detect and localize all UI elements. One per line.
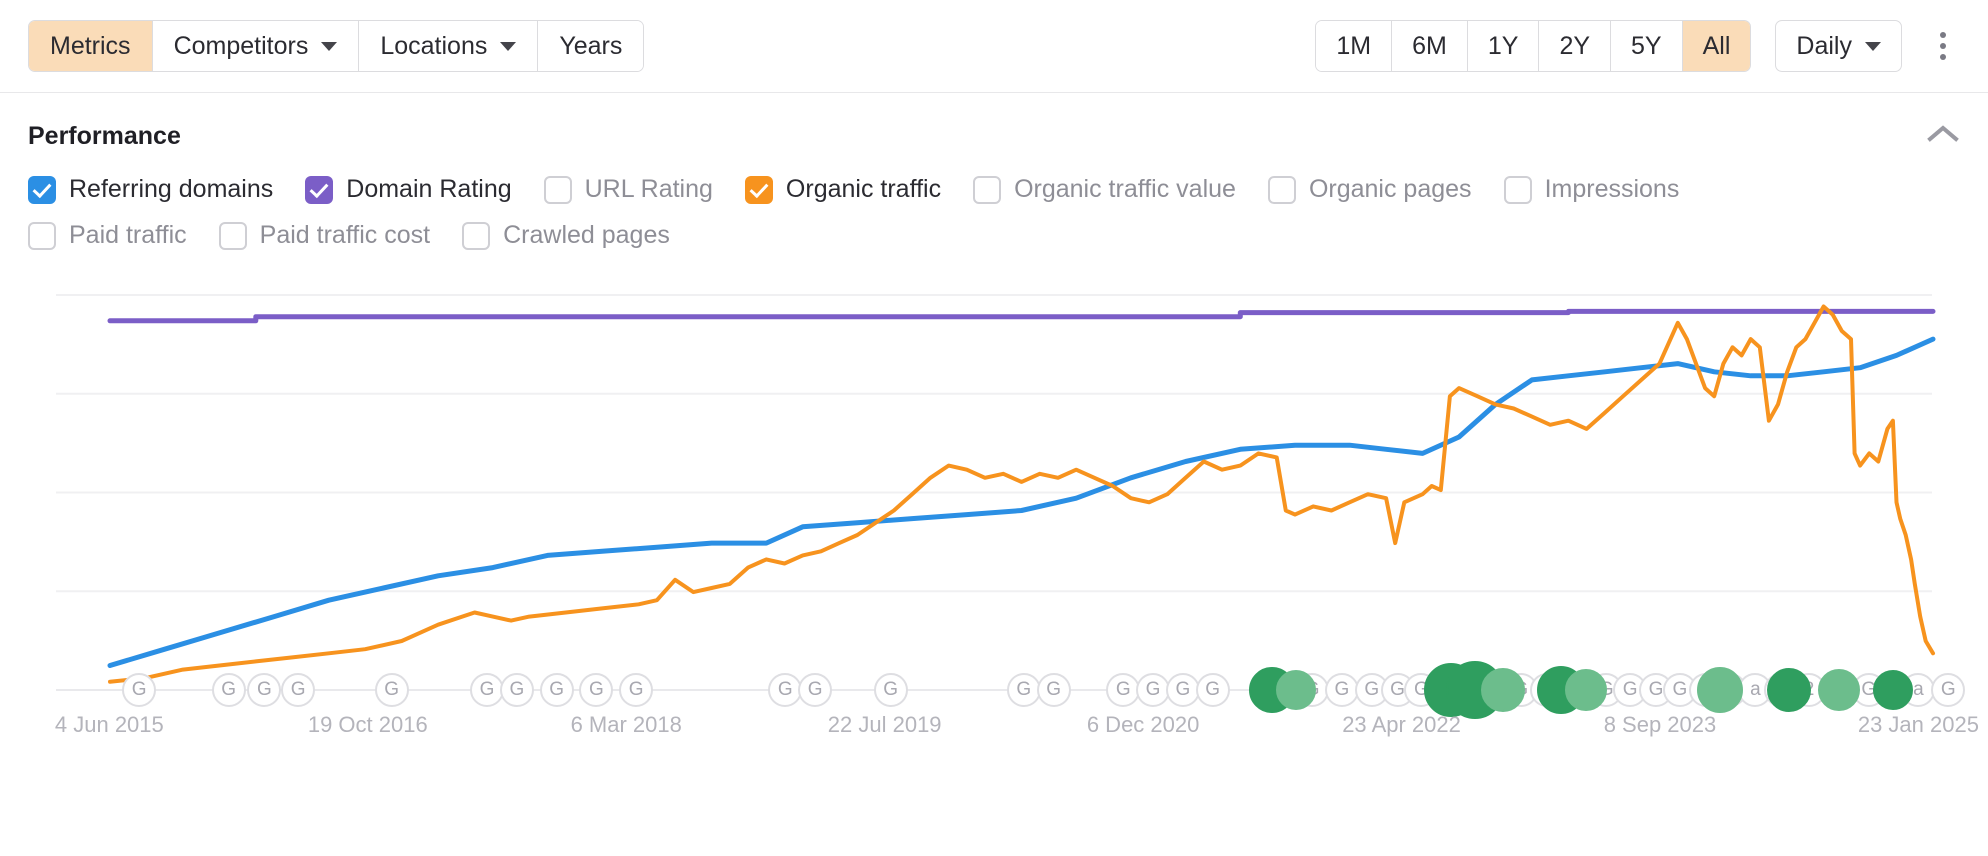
x-axis-tick-label: 22 Jul 2019 bbox=[827, 712, 942, 737]
tab-metrics[interactable]: Metrics bbox=[29, 21, 153, 71]
chevron-down-icon bbox=[1865, 41, 1881, 51]
metric-label: Paid traffic bbox=[69, 221, 187, 249]
range-button-all[interactable]: All bbox=[1682, 21, 1751, 71]
tab-label: Metrics bbox=[50, 31, 131, 60]
tab-locations[interactable]: Locations bbox=[359, 21, 539, 71]
x-axis-tick-label: 23 Apr 2022 bbox=[1342, 712, 1461, 737]
algorithm-update-marker[interactable] bbox=[1767, 668, 1812, 712]
algorithm-update-marker[interactable]: G bbox=[374, 673, 409, 707]
x-axis-tick-label: 8 Sep 2023 bbox=[1603, 712, 1717, 737]
metric-label: Referring domains bbox=[69, 175, 274, 203]
tab-label: Years bbox=[559, 31, 623, 60]
checkbox-paid-traffic[interactable] bbox=[28, 221, 56, 250]
performance-chart: GGGGGGGGGGGGGGGGGGGGGGGGGGaGGGGGGGGGaG2G… bbox=[0, 272, 1988, 742]
algorithm-update-marker[interactable] bbox=[1565, 669, 1608, 711]
metric-row-2: Paid traffic Paid traffic cost Crawled pag… bbox=[28, 221, 1960, 250]
algorithm-update-marker[interactable]: G bbox=[619, 673, 654, 707]
algorithm-update-marker[interactable]: G bbox=[1195, 673, 1230, 707]
range-button-2y[interactable]: 2Y bbox=[1539, 21, 1612, 71]
algorithm-update-marker[interactable]: G bbox=[211, 673, 246, 707]
x-axis-labels: 4 Jun 2015 19 Oct 2016 6 Mar 2018 22 Jul 20… bbox=[0, 712, 1988, 746]
x-axis-tick-label: 6 Dec 2020 bbox=[1086, 712, 1200, 737]
checkbox-url-rating[interactable] bbox=[543, 175, 572, 204]
checkbox-impressions[interactable] bbox=[1503, 175, 1532, 204]
checkbox-organic-traffic-value[interactable] bbox=[973, 175, 1002, 204]
metric-label: Paid traffic cost bbox=[259, 221, 431, 249]
kebab-dot bbox=[1940, 32, 1946, 38]
chevron-up-icon[interactable] bbox=[1926, 123, 1960, 145]
metric-toggle-list: Referring domains Domain Rating URL Rating… bbox=[0, 151, 1988, 250]
tab-label: Locations bbox=[380, 31, 488, 60]
metric-toggle-organic-traffic[interactable]: Organic traffic bbox=[744, 175, 942, 204]
granularity-dropdown[interactable]: Daily bbox=[1775, 20, 1902, 72]
metric-toggle-impressions[interactable]: Impressions bbox=[1503, 175, 1680, 204]
view-tab-group: Metrics Competitors Locations Years bbox=[28, 20, 645, 72]
kebab-dot bbox=[1940, 54, 1946, 60]
metric-toggle-domain-rating[interactable]: Domain Rating bbox=[305, 175, 512, 204]
top-toolbar: Metrics Competitors Locations Years 1M 6M 1Y 2… bbox=[0, 0, 1988, 93]
range-button-1m[interactable]: 1M bbox=[1316, 21, 1393, 71]
algorithm-update-marker[interactable]: G bbox=[247, 673, 282, 707]
x-axis-tick-label: 23 Jan 2025 bbox=[1857, 712, 1979, 737]
algorithm-update-marker[interactable]: G bbox=[1036, 673, 1071, 707]
algorithm-update-marker[interactable]: G bbox=[539, 673, 574, 707]
algorithm-update-marker[interactable]: G bbox=[1931, 673, 1966, 707]
metric-label: Organic pages bbox=[1308, 175, 1472, 203]
algorithm-update-marker[interactable]: G bbox=[579, 673, 614, 707]
algorithm-update-marker[interactable]: G bbox=[499, 673, 534, 707]
checkbox-referring-domains[interactable] bbox=[28, 175, 56, 204]
chart-plot-area bbox=[56, 294, 1960, 691]
metric-label: Organic traffic value bbox=[1014, 175, 1236, 203]
checkbox-organic-pages[interactable] bbox=[1267, 175, 1296, 204]
checkbox-domain-rating[interactable] bbox=[305, 175, 334, 204]
metric-label: Crawled pages bbox=[503, 221, 670, 249]
metric-toggle-organic-pages[interactable]: Organic pages bbox=[1267, 175, 1472, 204]
metric-label: Domain Rating bbox=[346, 175, 512, 203]
kebab-dot bbox=[1940, 43, 1946, 49]
time-range-group: 1M 6M 1Y 2Y 5Y All bbox=[1315, 20, 1752, 72]
range-button-5y[interactable]: 5Y bbox=[1611, 21, 1683, 71]
metric-toggle-referring-domains[interactable]: Referring domains bbox=[28, 175, 273, 204]
tab-label: Competitors bbox=[173, 31, 309, 60]
algorithm-update-marker[interactable] bbox=[1817, 669, 1860, 711]
metric-toggle-paid-traffic[interactable]: Paid traffic bbox=[28, 221, 187, 250]
page-title: Performance bbox=[28, 122, 181, 150]
tab-years[interactable]: Years bbox=[538, 21, 644, 71]
range-button-6m[interactable]: 6M bbox=[1392, 21, 1468, 71]
more-options-button[interactable] bbox=[1926, 26, 1960, 66]
series-line-organic-traffic bbox=[110, 307, 1933, 682]
series-line-domain-rating bbox=[110, 311, 1933, 320]
metric-toggle-organic-traffic-value[interactable]: Organic traffic value bbox=[973, 175, 1236, 204]
algorithm-update-marker[interactable]: G bbox=[122, 673, 157, 707]
checkbox-organic-traffic[interactable] bbox=[744, 175, 773, 204]
series-line-referring-domains bbox=[110, 339, 1933, 665]
x-axis-tick-label: 19 Oct 2016 bbox=[307, 712, 428, 737]
granularity-label: Daily bbox=[1796, 31, 1852, 60]
metric-toggle-url-rating[interactable]: URL Rating bbox=[543, 175, 713, 204]
checkbox-crawled-pages[interactable] bbox=[462, 221, 491, 250]
chevron-down-icon bbox=[321, 41, 338, 51]
algorithm-update-marker[interactable] bbox=[1276, 670, 1317, 710]
toolbar-right-controls: 1M 6M 1Y 2Y 5Y All Daily bbox=[1315, 20, 1960, 72]
algorithm-update-marker[interactable] bbox=[1696, 667, 1743, 713]
algorithm-update-marker[interactable] bbox=[1480, 668, 1525, 712]
algorithm-update-marker[interactable]: G bbox=[798, 673, 833, 707]
range-button-1y[interactable]: 1Y bbox=[1467, 21, 1540, 71]
metric-toggle-crawled-pages[interactable]: Crawled pages bbox=[462, 221, 670, 250]
algorithm-update-marker[interactable]: G bbox=[873, 673, 908, 707]
metric-label: Impressions bbox=[1544, 175, 1680, 203]
tab-competitors[interactable]: Competitors bbox=[152, 21, 360, 71]
metric-label: URL Rating bbox=[584, 175, 713, 203]
chevron-down-icon bbox=[500, 41, 517, 51]
x-axis-tick-label: 4 Jun 2015 bbox=[54, 712, 164, 737]
algorithm-update-marker[interactable]: G bbox=[281, 673, 316, 707]
metric-row-1: Referring domains Domain Rating URL Rating… bbox=[28, 175, 1960, 204]
metric-label: Organic traffic bbox=[785, 175, 942, 203]
performance-section-header: Performance bbox=[0, 93, 1988, 151]
metric-toggle-paid-traffic-cost[interactable]: Paid traffic cost bbox=[218, 221, 431, 250]
x-axis-tick-label: 6 Mar 2018 bbox=[570, 712, 682, 737]
algorithm-update-marker[interactable] bbox=[1872, 670, 1913, 710]
checkbox-paid-traffic-cost[interactable] bbox=[218, 221, 247, 250]
